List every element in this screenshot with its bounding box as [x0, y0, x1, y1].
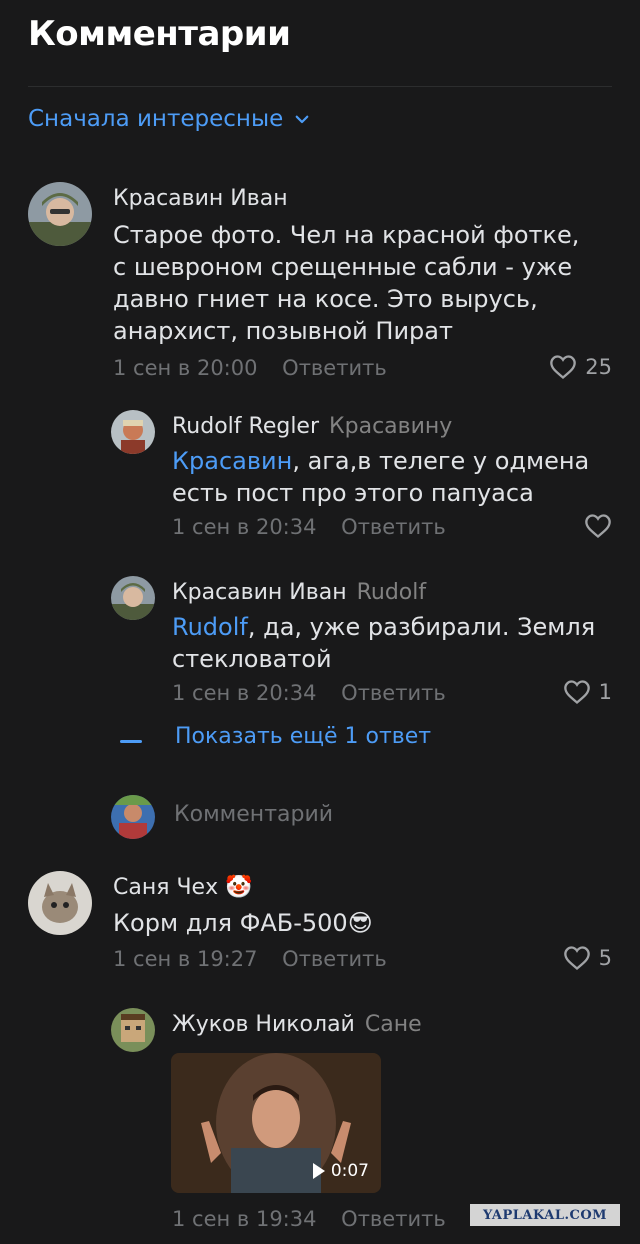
- avatar[interactable]: [111, 1008, 155, 1052]
- like-count: 25: [585, 355, 612, 379]
- reply-to[interactable]: Сане: [365, 1012, 422, 1037]
- comment-author: Жуков Николай Сане: [172, 1012, 422, 1037]
- avatar[interactable]: [28, 871, 92, 935]
- reply-button[interactable]: Ответить: [282, 947, 387, 971]
- reply-button[interactable]: Ответить: [341, 1207, 446, 1231]
- like-count: 1: [598, 680, 612, 704]
- comment-time: 1 сен в 19:27: [113, 947, 258, 971]
- reply-to[interactable]: Красавину: [329, 414, 452, 439]
- comment-author[interactable]: Красавин Иван: [113, 186, 288, 211]
- reply-button[interactable]: Ответить: [341, 515, 446, 539]
- comment-meta: 1 сен в 20:34 Ответить: [172, 681, 446, 705]
- comment-time: 1 сен в 19:34: [172, 1207, 317, 1231]
- comment-author: Красавин Иван Rudolf: [172, 580, 426, 605]
- heart-icon: [563, 946, 590, 971]
- like-button[interactable]: 1: [563, 679, 612, 705]
- comment-time: 1 сен в 20:00: [113, 356, 258, 380]
- comment-time: 1 сен в 20:34: [172, 515, 317, 539]
- comment-author: Саня Чех 🤡: [113, 875, 253, 900]
- like-button[interactable]: [584, 513, 612, 539]
- page-title: Комментарии: [28, 14, 291, 54]
- watermark: YAPLAKAL.COM: [470, 1204, 620, 1226]
- comment-author: Rudolf Regler Красавину: [172, 414, 452, 439]
- author-name[interactable]: Саня Чех: [113, 875, 218, 900]
- comment-text: Rudolf, да, уже разбирали. Земля стеклов…: [172, 611, 602, 675]
- header-divider: [28, 86, 612, 87]
- avatar[interactable]: [111, 410, 155, 454]
- collapse-dash-icon: [120, 740, 142, 743]
- comment-body: Корм для ФАБ-500: [113, 909, 348, 937]
- sort-label: Сначала интересные: [28, 106, 284, 132]
- mention-link[interactable]: Rudolf: [172, 613, 248, 641]
- reply-button[interactable]: Ответить: [341, 681, 446, 705]
- play-icon: [312, 1163, 325, 1179]
- author-name[interactable]: Rudolf Regler: [172, 414, 319, 439]
- sort-dropdown[interactable]: Сначала интересные: [28, 106, 311, 132]
- reply-to[interactable]: Rudolf: [357, 580, 427, 605]
- show-more-label: Показать ещё 1 ответ: [175, 724, 432, 749]
- show-more-replies-button[interactable]: Показать ещё 1 ответ: [120, 724, 431, 749]
- comment-emoji: 😎: [347, 909, 373, 937]
- comment-text: Корм для ФАБ-500😎: [113, 907, 593, 939]
- heart-icon: [563, 680, 590, 705]
- avatar[interactable]: [111, 576, 155, 620]
- author-name[interactable]: Красавин Иван: [172, 580, 347, 605]
- video-duration: 0:07: [312, 1161, 369, 1181]
- video-attachment[interactable]: 0:07: [171, 1053, 381, 1193]
- comment-meta: 1 сен в 19:34 Ответить: [172, 1207, 446, 1231]
- heart-icon: [585, 514, 611, 539]
- like-count: 5: [598, 946, 612, 970]
- heart-icon: [550, 355, 577, 380]
- like-button[interactable]: 25: [549, 354, 612, 380]
- comment-text: Старое фото. Чел на красной фотке, с шев…: [113, 221, 580, 345]
- comment-meta: 1 сен в 19:27 Ответить: [113, 947, 387, 971]
- comment-time: 1 сен в 20:34: [172, 681, 317, 705]
- author-name[interactable]: Жуков Николай: [172, 1012, 355, 1037]
- comment-text: Красавин, ага,в телеге у одмена есть пос…: [172, 445, 602, 509]
- like-button[interactable]: 5: [563, 945, 612, 971]
- mention-link[interactable]: Красавин: [172, 447, 292, 475]
- avatar[interactable]: [28, 182, 92, 246]
- comment-input[interactable]: Комментарий: [174, 802, 333, 827]
- current-user-avatar: [111, 795, 155, 839]
- chevron-down-icon: [295, 115, 309, 124]
- reply-button[interactable]: Ответить: [282, 356, 387, 380]
- author-emoji: 🤡: [225, 875, 253, 900]
- comment-meta: 1 сен в 20:00 Ответить: [113, 356, 387, 380]
- comment-meta: 1 сен в 20:34 Ответить: [172, 515, 446, 539]
